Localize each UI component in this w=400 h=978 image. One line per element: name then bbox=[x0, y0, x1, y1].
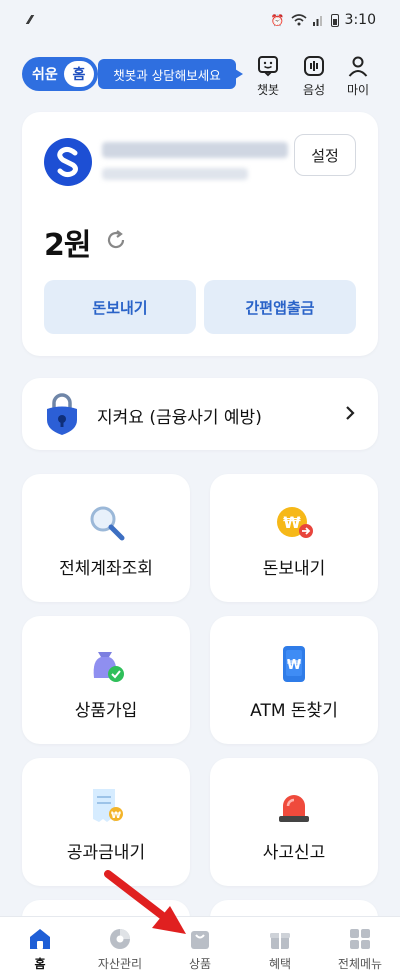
refresh-icon[interactable] bbox=[104, 228, 128, 252]
signal-icon bbox=[312, 16, 322, 26]
chevron-right-icon bbox=[346, 406, 355, 420]
status-icons: ⏰ 3:10 bbox=[271, 12, 376, 28]
svg-text:₩: ₩ bbox=[287, 658, 302, 673]
bag-icon bbox=[191, 931, 209, 949]
pie-chart-icon bbox=[110, 929, 130, 949]
gift-icon bbox=[270, 933, 290, 949]
receipt-icon: ₩ bbox=[93, 789, 123, 822]
magnifier-icon bbox=[90, 506, 125, 541]
account-number-redacted bbox=[102, 168, 248, 180]
status-time: 3:10 bbox=[344, 12, 376, 28]
voice-label: 음성 bbox=[302, 83, 326, 97]
nav-products[interactable]: 상품 bbox=[160, 917, 240, 978]
lock-shield-icon bbox=[47, 393, 77, 435]
chatbot-prompt-bubble[interactable]: 챗봇과 상담해보세요 bbox=[98, 59, 243, 89]
fraud-prevention-banner[interactable]: 지켜요 (금융사기 예방) bbox=[22, 378, 378, 450]
battery-icon bbox=[330, 13, 339, 27]
nav-label: 혜택 bbox=[268, 957, 292, 971]
nav-full-menu[interactable]: 전체메뉴 bbox=[320, 917, 400, 978]
tile-label: 전체계좌조회 bbox=[59, 559, 153, 579]
coin-send-icon: ₩ bbox=[277, 507, 313, 538]
account-balance: 2원 bbox=[44, 228, 91, 263]
nav-label: 전체메뉴 bbox=[337, 957, 383, 971]
top-header: 쉬운 홈 챗봇과 상담해보세요 챗봇 음성 마이 bbox=[0, 50, 400, 106]
send-money-button[interactable]: 돈보내기 bbox=[44, 280, 196, 334]
account-card: 설정 2원 돈보내기 간편앱출금 bbox=[22, 112, 378, 356]
tile-product-signup[interactable]: 상품가입 bbox=[22, 616, 190, 744]
nav-label: 자산관리 bbox=[97, 957, 143, 971]
tile-utility-bills[interactable]: ₩ 공과금내기 bbox=[22, 758, 190, 886]
wifi-icon bbox=[291, 14, 307, 26]
tile-label: 공과금내기 bbox=[66, 843, 146, 863]
mode-label: 쉬운 bbox=[32, 67, 58, 83]
tile-label: 상품가입 bbox=[74, 701, 138, 721]
svg-text:₩: ₩ bbox=[111, 811, 121, 821]
my-button[interactable]: 마이 bbox=[338, 54, 378, 102]
nav-benefits[interactable]: 혜택 bbox=[240, 917, 320, 978]
tile-atm-withdraw[interactable]: ₩ ATM 돈찾기 bbox=[210, 616, 378, 744]
nav-label: 홈 bbox=[34, 957, 46, 971]
siren-icon bbox=[279, 795, 309, 822]
bottom-nav: 홈 자산관리 상품 혜택 전체메뉴 bbox=[0, 916, 400, 978]
home-icon bbox=[30, 929, 50, 949]
easy-mode-toggle[interactable]: 쉬운 홈 bbox=[22, 57, 98, 91]
tile-accident-report[interactable]: 사고신고 bbox=[210, 758, 378, 886]
mode-knob: 홈 bbox=[64, 61, 94, 87]
svg-text:₩: ₩ bbox=[283, 513, 301, 532]
grid-menu-icon bbox=[350, 929, 370, 949]
chatbot-icon bbox=[258, 56, 278, 77]
nav-asset-management[interactable]: 자산관리 bbox=[80, 917, 160, 978]
tile-label: ATM 돈찾기 bbox=[250, 701, 338, 721]
nav-label: 상품 bbox=[188, 957, 212, 971]
person-icon bbox=[348, 56, 368, 77]
status-bar: ⁄⁄⁄ ⏰ 3:10 bbox=[0, 0, 400, 40]
tile-send-money[interactable]: ₩ 돈보내기 bbox=[210, 474, 378, 602]
nav-home[interactable]: 홈 bbox=[0, 917, 80, 978]
settings-button[interactable]: 설정 bbox=[294, 134, 356, 176]
phone-won-icon: ₩ bbox=[283, 646, 305, 682]
account-name-redacted bbox=[102, 142, 288, 158]
chatbot-label: 챗봇 bbox=[256, 83, 280, 97]
my-label: 마이 bbox=[346, 83, 370, 97]
money-bag-icon bbox=[93, 652, 124, 682]
voice-button[interactable]: 음성 bbox=[294, 54, 334, 102]
tile-label: 사고신고 bbox=[262, 843, 326, 863]
chatbot-button[interactable]: 챗봇 bbox=[248, 54, 288, 102]
app-withdraw-button[interactable]: 간편앱출금 bbox=[204, 280, 356, 334]
tile-label: 돈보내기 bbox=[262, 559, 326, 579]
fraud-prevention-text: 지켜요 (금융사기 예방) bbox=[97, 408, 262, 428]
voice-icon bbox=[304, 56, 324, 76]
alarm-icon: ⏰ bbox=[270, 13, 285, 27]
tile-all-accounts[interactable]: 전체계좌조회 bbox=[22, 474, 190, 602]
bank-logo bbox=[44, 138, 92, 186]
notification-icon: ⁄⁄⁄ bbox=[28, 13, 32, 27]
